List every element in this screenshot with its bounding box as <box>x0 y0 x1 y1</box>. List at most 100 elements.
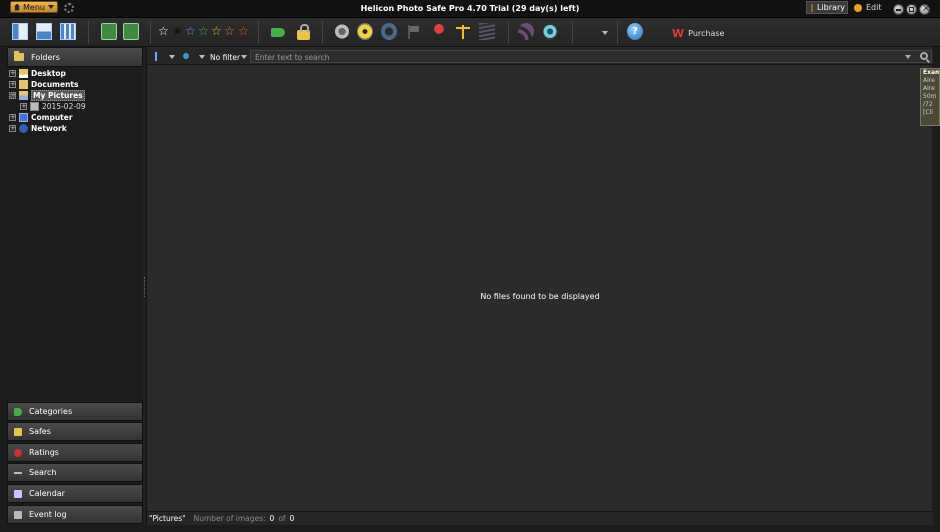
tree-item-label: Desktop <box>31 68 66 78</box>
tree-item-desktop[interactable]: + Desktop <box>9 68 66 78</box>
tree-item-network[interactable]: + Network <box>9 123 67 133</box>
scale-icon[interactable] <box>455 23 471 40</box>
left-panel: Folders + Desktop + Documents − My Pictu… <box>7 47 143 525</box>
map-pin-icon[interactable] <box>431 23 447 40</box>
date-folder-icon <box>30 101 39 111</box>
rating-star-blue-icon[interactable]: ☆ <box>185 25 196 37</box>
tree-item-label: 2015-02-09 <box>42 101 86 111</box>
sync-icon[interactable] <box>381 23 397 40</box>
toolbar-separator <box>88 21 89 44</box>
expand-toggle[interactable]: + <box>20 102 27 110</box>
expand-toggle[interactable]: + <box>9 80 16 88</box>
documents-folder-icon <box>19 79 28 89</box>
status-count: 0 <box>269 514 275 523</box>
filter-chevron-down-icon[interactable] <box>241 55 247 59</box>
rating-star-black-icon[interactable]: ★ <box>172 25 183 37</box>
preview-eye-icon[interactable] <box>542 23 558 40</box>
nav-label: Ratings <box>29 448 59 457</box>
tree-item-2015-02-09[interactable]: + 2015-02-09 <box>20 101 86 111</box>
nav-calendar[interactable]: Calendar <box>7 484 143 503</box>
nav-label: Safes <box>29 427 51 436</box>
nav-label: Categories <box>29 407 73 416</box>
collapse-toggle[interactable]: − <box>9 91 17 99</box>
toolbar-separator <box>322 21 323 44</box>
tooltip-line: /72 <box>923 101 933 108</box>
view-layout-1-icon[interactable] <box>12 23 28 40</box>
filter-select[interactable]: No filter <box>210 53 240 62</box>
group-icon[interactable] <box>183 53 189 59</box>
status-of-label: of <box>278 514 286 523</box>
minimize-button[interactable] <box>893 4 904 15</box>
rating-star-green-icon[interactable]: ☆ <box>198 25 209 37</box>
expand-toggle[interactable]: + <box>9 113 16 121</box>
desktop-icon <box>19 68 28 78</box>
tree-item-documents[interactable]: + Documents <box>9 79 78 89</box>
folders-header[interactable]: Folders <box>7 47 143 67</box>
calendar-icon <box>14 489 22 498</box>
group-chevron-down-icon[interactable] <box>199 55 205 59</box>
nav-ratings[interactable]: Ratings <box>7 443 143 462</box>
rating-star-orange-icon[interactable]: ☆ <box>224 25 235 37</box>
stairs-icon[interactable] <box>479 23 495 40</box>
status-current-folder: "Pictures" <box>149 514 186 523</box>
search-box <box>250 50 932 63</box>
folders-header-label: Folders <box>31 52 60 62</box>
tab-library-label: Library <box>817 3 845 12</box>
search-options-chevron-down-icon[interactable] <box>905 55 911 59</box>
maximize-button[interactable] <box>906 4 917 15</box>
tag-icon[interactable] <box>271 28 285 37</box>
sort-icon[interactable] <box>153 52 159 61</box>
nav-safes[interactable]: Safes <box>7 422 143 441</box>
purchase-button[interactable]: W Purchase <box>672 27 724 40</box>
computer-icon <box>19 112 28 122</box>
empty-state-message: No files found to be displayed <box>480 292 600 301</box>
window-bottom-border <box>0 525 940 532</box>
tab-edit[interactable]: Edit <box>850 1 888 14</box>
edit-icon <box>854 3 862 12</box>
settings-gears-icon[interactable] <box>334 23 350 40</box>
sort-chevron-down-icon[interactable] <box>169 55 175 59</box>
rating-star-red-icon[interactable]: ☆ <box>238 25 249 37</box>
burn-disc-icon[interactable] <box>357 23 373 40</box>
flag-icon[interactable] <box>405 23 421 40</box>
rating-star-white-icon[interactable]: ☆ <box>158 25 169 37</box>
toolbar-separator <box>258 21 259 44</box>
tree-item-computer[interactable]: + Computer <box>9 112 73 122</box>
toolbar-separator <box>150 21 151 44</box>
view-layout-2-icon[interactable] <box>36 23 52 40</box>
nav-event-log[interactable]: Event log <box>7 505 143 524</box>
close-button[interactable] <box>919 3 930 15</box>
search-input[interactable] <box>255 52 895 62</box>
library-icon <box>811 3 813 12</box>
import-icon[interactable] <box>101 23 117 40</box>
main-content: No filter No files found to be displayed… <box>146 47 933 525</box>
rating-star-yellow-icon[interactable]: ☆ <box>211 25 222 37</box>
tree-item-my-pictures[interactable]: − My Pictures <box>9 89 85 101</box>
toolbar-separator <box>572 21 573 44</box>
expand-toggle[interactable]: + <box>9 124 16 132</box>
nav-search[interactable]: Search <box>7 463 143 482</box>
tree-item-label: Computer <box>31 112 73 122</box>
tab-edit-label: Edit <box>866 3 882 12</box>
lock-icon[interactable] <box>297 24 310 40</box>
tree-item-label: My Pictures <box>31 89 85 101</box>
help-icon[interactable]: ? <box>627 23 643 40</box>
nav-categories[interactable]: Categories <box>7 402 143 421</box>
tooltip-line: 50m <box>923 93 937 100</box>
search-icon[interactable] <box>920 52 928 60</box>
feed-icon[interactable] <box>518 23 534 40</box>
status-total: 0 <box>289 514 295 523</box>
purchase-label: Purchase <box>688 29 725 38</box>
nav-label: Event log <box>29 510 67 519</box>
filter-bar: No filter <box>147 48 933 65</box>
main-toolbar: ☆ ★ ☆ ☆ ☆ ☆ ☆ ? W Purchase <box>0 18 940 47</box>
hint-tooltip: Exam Alre Alre 50m /72 [Cli <box>920 68 940 126</box>
tooltip-line: [Cli <box>923 109 933 116</box>
tab-library[interactable]: Library <box>806 1 848 14</box>
log-icon <box>14 510 22 519</box>
view-layout-3-icon[interactable] <box>60 23 76 40</box>
expand-toggle[interactable]: + <box>9 69 16 77</box>
export-icon[interactable] <box>123 23 139 40</box>
toolbar-more-chevron-icon[interactable] <box>602 31 608 35</box>
nav-label: Calendar <box>29 489 65 498</box>
